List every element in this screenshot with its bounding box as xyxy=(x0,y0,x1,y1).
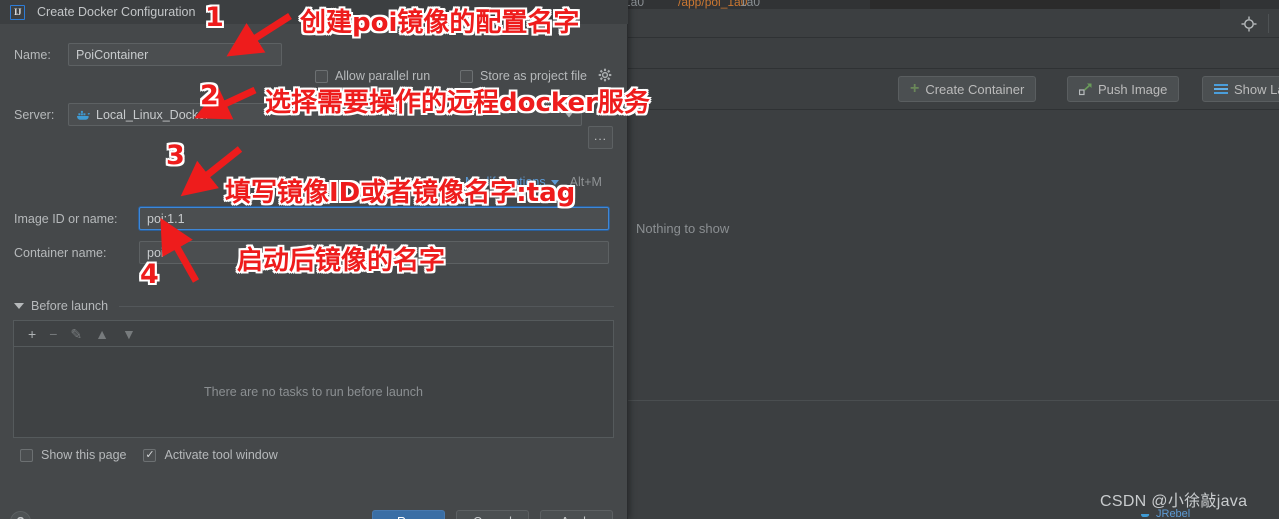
content-bottom-rule xyxy=(620,400,1279,401)
container-name-label: Container name: xyxy=(14,245,107,260)
cancel-button[interactable]: Cancel xyxy=(456,510,529,519)
edit-task-icon[interactable]: ✎ xyxy=(70,327,82,341)
tab-highlight xyxy=(870,0,1220,9)
dialog-title-bar: IJ Create Docker Configuration xyxy=(0,0,628,24)
tab-fragment-2: /app/poi_1a0 xyxy=(678,0,748,9)
apply-button[interactable]: Apply xyxy=(540,510,613,519)
push-image-label: Push Image xyxy=(1098,81,1168,97)
server-dropdown-value: Local_Linux_Docker xyxy=(96,107,210,122)
store-as-project-file-checkbox[interactable]: Store as project file xyxy=(460,69,587,83)
name-input-value: PoiContainer xyxy=(76,47,149,62)
server-label: Server: xyxy=(14,107,55,122)
editor-tab-strip: 1a0 /app/poi_1a0 1a0 xyxy=(620,0,1279,9)
create-container-label: Create Container xyxy=(925,81,1025,97)
image-id-input-value: poi:1.1 xyxy=(147,211,185,226)
show-this-page-checkbox[interactable]: Show this page xyxy=(20,448,126,462)
allow-parallel-run-checkbox-box[interactable] xyxy=(315,69,328,83)
name-input[interactable]: PoiContainer xyxy=(68,43,282,66)
tab-fragment-3: 1a0 xyxy=(740,0,761,9)
show-layers-label: Show Layers xyxy=(1234,81,1279,97)
triangle-down-icon xyxy=(14,303,24,309)
bottom-checkbox-row: Show this page Activate tool window xyxy=(20,448,286,462)
server-dropdown[interactable]: Local_Linux_Docker xyxy=(68,103,582,126)
activate-tool-window-checkbox-box[interactable] xyxy=(143,448,157,462)
plus-icon: + xyxy=(910,80,920,97)
container-name-input-value: poi xyxy=(147,245,164,260)
store-as-project-file-label: Store as project file xyxy=(480,69,587,83)
toolbar-divider xyxy=(1268,14,1269,33)
section-rule xyxy=(119,305,614,307)
ide-content-area: Nothing to show xyxy=(620,111,1279,491)
before-launch-panel: + − ✎ ▲ ▼ There are no tasks to run befo… xyxy=(13,320,614,438)
push-image-icon xyxy=(1078,83,1092,96)
move-up-icon[interactable]: ▲ xyxy=(95,327,109,341)
image-id-label: Image ID or name: xyxy=(14,211,118,226)
activate-tool-window-label: Activate tool window xyxy=(164,448,278,462)
create-container-button[interactable]: + Create Container xyxy=(898,76,1037,102)
server-browse-button[interactable]: ... xyxy=(588,126,613,149)
move-down-icon[interactable]: ▼ xyxy=(122,327,136,341)
show-this-page-checkbox-box[interactable] xyxy=(20,448,33,462)
remove-task-icon[interactable]: − xyxy=(49,327,57,341)
chevron-down-icon xyxy=(550,179,559,185)
push-image-button[interactable]: Push Image xyxy=(1067,76,1180,102)
before-launch-label: Before launch xyxy=(31,299,109,313)
store-as-project-file-checkbox-box[interactable] xyxy=(460,69,473,83)
allow-parallel-run-checkbox[interactable]: Allow parallel run xyxy=(315,69,430,83)
image-id-input[interactable]: poi:1.1 xyxy=(139,207,609,230)
add-task-icon[interactable]: + xyxy=(28,327,36,341)
docker-whale-icon xyxy=(76,109,91,121)
activate-tool-window-checkbox[interactable]: Activate tool window xyxy=(143,448,278,462)
jrebel-label: JRebel xyxy=(1156,508,1191,519)
nothing-to-show-label: Nothing to show xyxy=(636,221,730,236)
gear-icon[interactable] xyxy=(598,68,612,87)
help-button[interactable]: ? xyxy=(10,511,31,519)
modify-options-shortcut: Alt+M xyxy=(569,175,602,189)
before-launch-toolbar: + − ✎ ▲ ▼ xyxy=(14,321,613,347)
jrebel-icon xyxy=(1141,514,1150,517)
ide-mid-band xyxy=(620,39,1279,69)
allow-parallel-run-label: Allow parallel run xyxy=(335,69,431,83)
server-row: Server: Local_Linux_Docker xyxy=(14,103,582,126)
modify-options-label: Modify options xyxy=(465,175,546,189)
name-row: Name: PoiContainer xyxy=(14,43,282,66)
show-layers-button[interactable]: Show Layers xyxy=(1202,76,1279,102)
image-id-row: Image ID or name: poi:1.1 xyxy=(14,207,609,230)
layers-icon xyxy=(1214,83,1228,95)
run-button[interactable]: Run xyxy=(372,510,445,519)
ide-top-bar xyxy=(620,9,1279,38)
before-launch-section-header[interactable]: Before launch xyxy=(14,299,614,313)
container-name-row: Container name: poi xyxy=(14,241,609,264)
docker-image-toolbar: + Create Container Push Image Show Layer… xyxy=(620,70,1279,110)
chevron-down-icon xyxy=(565,112,573,117)
screenshot-root: 1a0 /app/poi_1a0 1a0 + Create Container xyxy=(0,0,1279,519)
intellij-idea-icon: IJ xyxy=(10,4,25,20)
create-docker-configuration-dialog: IJ Create Docker Configuration Name: Poi… xyxy=(0,0,628,519)
locate-target-icon[interactable] xyxy=(1241,16,1257,32)
modify-options-link[interactable]: Modify options Alt+M xyxy=(465,175,602,189)
name-label: Name: xyxy=(14,47,51,62)
container-name-input[interactable]: poi xyxy=(139,241,609,264)
before-launch-empty-message: There are no tasks to run before launch xyxy=(204,385,423,399)
jrebel-status: JRebel xyxy=(1140,508,1190,519)
dialog-title: Create Docker Configuration xyxy=(37,5,196,19)
show-this-page-label: Show this page xyxy=(41,448,127,462)
